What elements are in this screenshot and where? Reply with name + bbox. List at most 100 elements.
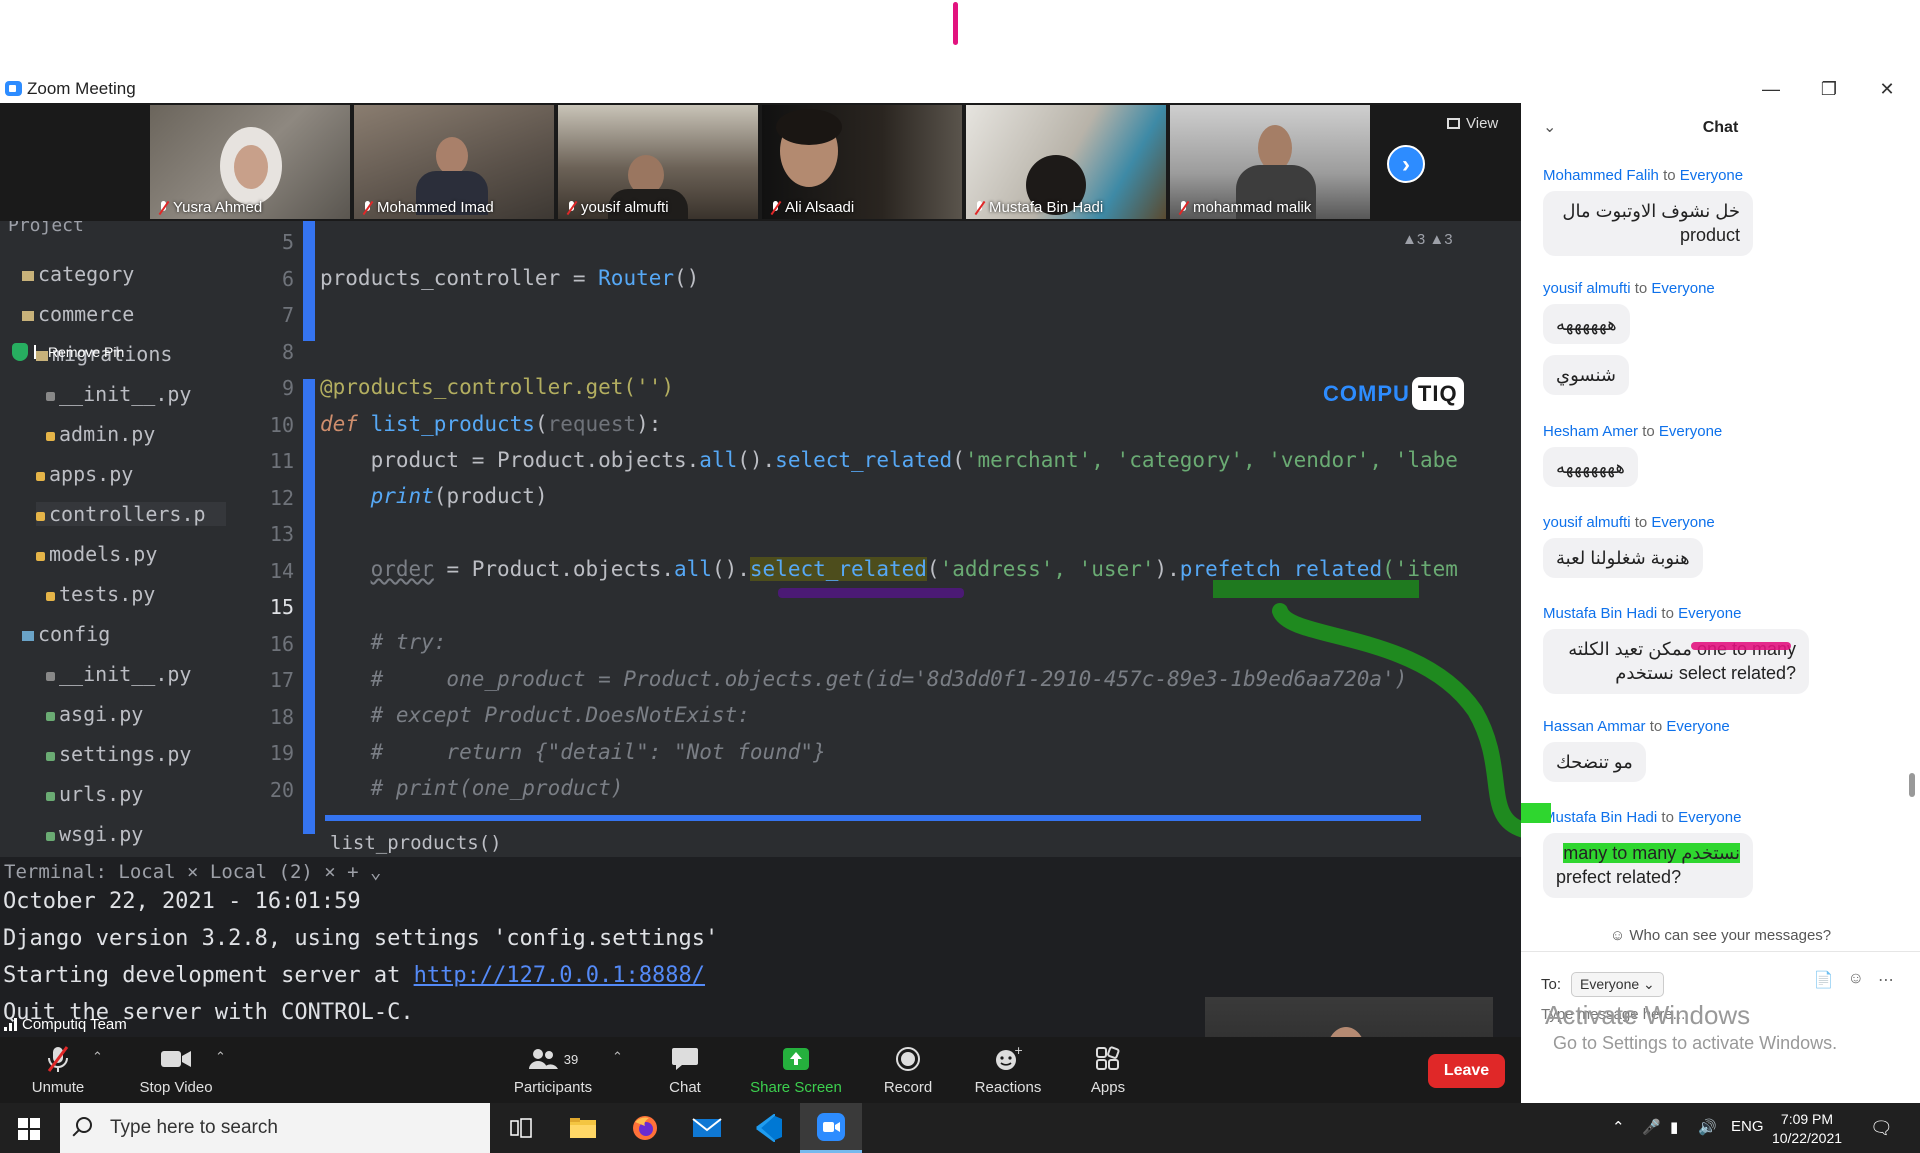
message-bubble: مو تنضحك: [1543, 742, 1646, 783]
close-button[interactable]: ✕: [1858, 76, 1916, 103]
code-line: print(product): [370, 484, 548, 508]
next-page-arrow-icon[interactable]: ›: [1387, 145, 1425, 183]
notifications-icon[interactable]: 🗨: [1870, 1118, 1893, 1139]
firefox-icon[interactable]: [614, 1103, 676, 1153]
inspection-count: ▲3 ▲3: [1402, 231, 1453, 248]
restore-button[interactable]: ❐: [1800, 76, 1858, 103]
participant-name: Yusra Ahmed: [173, 199, 263, 216]
code-line: # except Product.DoesNotExist:: [320, 703, 750, 727]
server-link[interactable]: http://127.0.0.1:8888/: [414, 963, 705, 988]
code-line: # return {"detail": "Not found"}: [320, 740, 826, 764]
annotation-underline: [778, 588, 964, 598]
participants-button[interactable]: 39 Participants: [511, 1045, 595, 1096]
language-indicator[interactable]: ENG: [1731, 1118, 1764, 1135]
code-line: def list_products(request):: [320, 412, 662, 436]
participant-name: yousif almufti: [581, 199, 669, 216]
participant-thumbnail[interactable]: Mohammed Imad: [354, 105, 554, 219]
tree-item: __init__.py: [46, 382, 191, 406]
participant-thumbnail[interactable]: Mustafa Bin Hadi: [966, 105, 1166, 219]
reactions-button[interactable]: + Reactions: [970, 1045, 1046, 1096]
taskbar: Type here to search ⌃ 🎤 ▮ 🔊 ENG 7:09 PM …: [0, 1103, 1920, 1153]
chat-scrollbar[interactable]: [1909, 773, 1915, 797]
record-label: Record: [883, 1079, 933, 1096]
chat-button[interactable]: Chat: [665, 1045, 705, 1096]
tree-item: category: [22, 262, 134, 286]
battery-icon[interactable]: ▮: [1670, 1118, 1678, 1136]
terminal-line: Django version 3.2.8, using settings 'co…: [3, 926, 719, 951]
tree-item: __init__.py: [46, 662, 191, 686]
more-icon[interactable]: ⋯: [1878, 970, 1894, 990]
tree-item: controllers.p: [36, 502, 226, 526]
who-can-see-link[interactable]: ☺ Who can see your messages?: [1521, 927, 1920, 944]
meeting-controls: Unmute ⌃ Stop Video ⌃ 39 Participants ⌃ …: [0, 1037, 1521, 1103]
chat-header: ⌄ Chat: [1521, 103, 1920, 153]
zoom-taskbar-icon[interactable]: [800, 1103, 862, 1153]
message-bubble: هههههههه: [1543, 447, 1638, 488]
shield-icon: [12, 343, 28, 361]
stop-video-button[interactable]: Stop Video: [128, 1045, 224, 1096]
participant-thumbnail[interactable]: yousif almufti: [558, 105, 758, 219]
participant-strip: Yusra Ahmed Mohammed Imad yousif almufti…: [0, 103, 1521, 221]
recipient-row: To: Everyone ⌄: [1541, 972, 1664, 997]
meeting-area: Yusra Ahmed Mohammed Imad yousif almufti…: [0, 103, 1521, 1103]
line-number: 12: [269, 486, 294, 510]
annotation-mark: [1691, 642, 1791, 650]
unmute-button[interactable]: Unmute: [22, 1045, 94, 1096]
apps-button[interactable]: Apps: [1085, 1045, 1131, 1096]
muted-mic-icon: [158, 200, 169, 215]
participant-name: Mohammed Imad: [377, 199, 494, 216]
leave-button[interactable]: Leave: [1428, 1054, 1505, 1088]
line-number: 20: [269, 778, 294, 802]
file-icon[interactable]: 📄: [1814, 970, 1834, 990]
muted-mic-icon: [770, 200, 781, 215]
speaker-name: Computiq Team: [22, 1016, 127, 1033]
task-view-icon[interactable]: [490, 1103, 552, 1153]
message-header: Hesham Amer to Everyone: [1543, 423, 1723, 440]
tree-item: config: [22, 622, 110, 646]
mail-icon[interactable]: [676, 1103, 738, 1153]
chat-bubble-icon: [672, 1048, 698, 1070]
minimize-button[interactable]: —: [1742, 76, 1800, 103]
annotation-highlight: [1521, 803, 1551, 823]
participant-thumbnail[interactable]: Yusra Ahmed: [150, 105, 350, 219]
audio-options-caret-icon[interactable]: ⌃: [92, 1049, 103, 1065]
code-line: products_controller = Router(): [320, 266, 700, 290]
annotation-highlight: [1213, 580, 1419, 598]
taskbar-search[interactable]: Type here to search: [60, 1103, 490, 1153]
system-clock[interactable]: 7:09 PM 10/22/2021: [1765, 1110, 1849, 1148]
code-breadcrumb: list_products(): [330, 832, 502, 854]
recipient-dropdown[interactable]: Everyone ⌄: [1571, 972, 1664, 997]
emoji-icon[interactable]: ☺: [1848, 970, 1864, 990]
to-label: To:: [1541, 976, 1562, 993]
remove-pin-button[interactable]: Remove Pin: [12, 343, 124, 361]
line-number: 18: [269, 705, 294, 729]
shared-screen: Project category commerce migrations __i…: [0, 221, 1521, 1039]
record-icon: [896, 1047, 920, 1071]
volume-icon[interactable]: 🔊: [1698, 1118, 1717, 1136]
computiq-logo: COMPU TIQ: [1323, 377, 1464, 410]
vscode-icon[interactable]: [738, 1103, 800, 1153]
line-number: 16: [269, 632, 294, 656]
message-header: Hassan Ammar to Everyone: [1543, 718, 1730, 735]
terminal-line: October 22, 2021 - 16:01:59: [3, 889, 361, 914]
tray-chevron-icon[interactable]: ⌃: [1612, 1118, 1625, 1136]
microphone-icon[interactable]: 🎤: [1642, 1118, 1661, 1136]
horizontal-scrollbar[interactable]: [325, 815, 1421, 821]
project-label: Project: [8, 221, 84, 236]
record-button[interactable]: Record: [880, 1045, 936, 1096]
chat-label: Chat: [669, 1079, 701, 1096]
line-number: 17: [269, 668, 294, 692]
view-button[interactable]: View: [1447, 115, 1498, 132]
participants-caret-icon[interactable]: ⌃: [612, 1049, 623, 1065]
file-explorer-icon[interactable]: [552, 1103, 614, 1153]
annotation-arrow-stroke: [1272, 603, 1521, 838]
line-number: 15: [269, 595, 294, 619]
message-header: yousif almufti to Everyone: [1543, 280, 1715, 297]
video-options-caret-icon[interactable]: ⌃: [215, 1049, 226, 1065]
participant-thumbnail[interactable]: Ali Alsaadi: [762, 105, 962, 219]
windows-start-icon[interactable]: [18, 1118, 40, 1140]
share-screen-button[interactable]: Share Screen: [749, 1045, 843, 1096]
chat-tools: 📄 ☺ ⋯: [1814, 970, 1894, 990]
window-title: Zoom Meeting: [27, 79, 136, 98]
participant-thumbnail[interactable]: mohammad malik: [1170, 105, 1370, 219]
